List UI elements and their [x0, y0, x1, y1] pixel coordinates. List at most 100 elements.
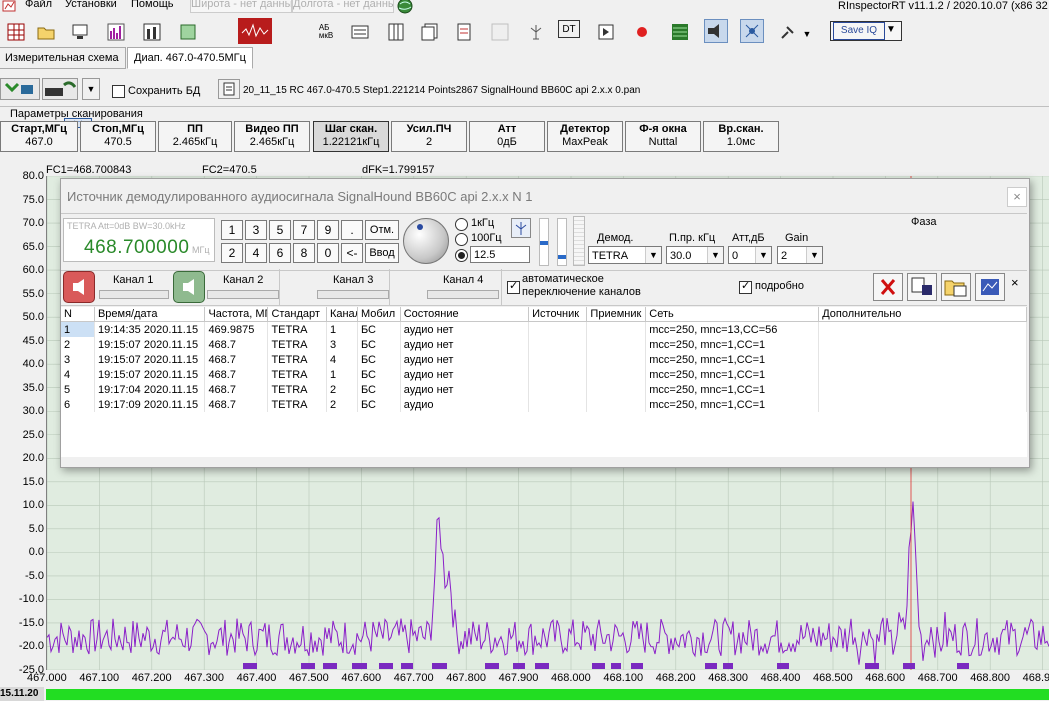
dialog-close-button[interactable]: ×	[1007, 187, 1027, 207]
column-header[interactable]: Сеть	[645, 307, 820, 322]
table-row[interactable]: 1 19:14:35 2020.11.15 469.9875 TETRA 1 БС ауди…	[61, 321, 1027, 337]
key-9[interactable]: 9	[317, 220, 339, 240]
channel-1-label[interactable]: Канал 1	[113, 274, 153, 286]
dt-button[interactable]: DT	[558, 20, 580, 38]
key-dot[interactable]: .	[341, 220, 363, 240]
table-row[interactable]: 4 19:15:07 2020.11.15 468.7 TETRA 1 БС аудио н…	[61, 367, 1027, 382]
signal-icon[interactable]	[740, 19, 764, 43]
chevron-down-icon[interactable]: ▼	[82, 78, 100, 100]
column-header[interactable]: Стандарт	[267, 307, 327, 322]
satellite-icon[interactable]	[776, 20, 800, 44]
column-header[interactable]: Время/дата	[94, 307, 206, 322]
scan-step-button[interactable]: Шаг скан. 1.22121кГц	[313, 121, 389, 152]
channel-3-label[interactable]: Канал 3	[333, 274, 373, 286]
column-header[interactable]: Приемник	[586, 307, 647, 322]
antenna-icon[interactable]	[524, 20, 548, 44]
column-header[interactable]: Мобил	[357, 307, 401, 322]
list-icon[interactable]	[348, 20, 372, 44]
scan-arrow-icon[interactable]	[0, 78, 40, 100]
tab-measurement-scheme[interactable]: Измерительная схема	[0, 47, 126, 69]
abc-icon[interactable]: АБ мкВ	[314, 20, 338, 44]
enter-key[interactable]: Ввод	[365, 243, 399, 263]
key-6[interactable]: 6	[269, 243, 291, 263]
record-icon[interactable]	[630, 20, 654, 44]
column-header[interactable]: Источник	[528, 307, 588, 322]
start-freq-button[interactable]: Старт,МГц 467.0	[0, 121, 78, 152]
gain-select[interactable]: 2 ▼	[777, 246, 823, 264]
chart-icon[interactable]	[140, 20, 164, 44]
scan-time-button[interactable]: Вр.скан. 1.0мс	[703, 121, 779, 152]
save-iq-button[interactable]: Save IQ	[833, 22, 885, 40]
network-icon[interactable]	[68, 20, 92, 44]
speaker-icon[interactable]	[704, 19, 728, 43]
demod-select[interactable]: TETRA ▼	[588, 246, 662, 264]
key-7[interactable]: 7	[293, 220, 315, 240]
menu-settings[interactable]: Установки	[65, 0, 117, 10]
step-custom-radio[interactable]	[455, 249, 468, 262]
close-icon[interactable]: ×	[1011, 275, 1019, 290]
window-function-button[interactable]: Ф-я окна Nuttal	[625, 121, 701, 152]
speaker-icon[interactable]	[173, 271, 205, 303]
table-row[interactable]: 6 19:17:09 2020.11.15 468.7 TETRA 2 БС аудио mc…	[61, 397, 1027, 412]
key-1[interactable]: 1	[221, 220, 243, 240]
auto-switch-checkbox[interactable]	[507, 279, 520, 294]
menu-file[interactable]: Файл	[25, 0, 52, 10]
table-row[interactable]: 2 19:15:07 2020.11.15 468.7 TETRA 3 БС аудио н…	[61, 337, 1027, 352]
file-icon[interactable]	[218, 79, 240, 99]
bandwidth-button[interactable]: ПП 2.465кГц	[158, 121, 232, 152]
waterfall-icon[interactable]	[668, 20, 692, 44]
channel-4-label[interactable]: Канал 4	[443, 274, 483, 286]
chevron-down-icon[interactable]: ▼	[800, 22, 814, 46]
grid-icon[interactable]	[4, 20, 28, 44]
antenna-button[interactable]	[511, 218, 531, 238]
play-icon[interactable]	[594, 20, 618, 44]
globe-icon[interactable]	[396, 0, 414, 17]
bars-icon[interactable]	[104, 20, 128, 44]
screen-icon[interactable]	[176, 20, 200, 44]
spectrum-icon[interactable]	[238, 18, 272, 44]
column-header[interactable]: Дополнительно	[818, 307, 1027, 322]
key-3[interactable]: 3	[245, 220, 267, 240]
key-4[interactable]: 4	[245, 243, 267, 263]
video-bandwidth-button[interactable]: Видео ПП 2.465кГц	[234, 121, 310, 152]
cancel-key[interactable]: Отм.	[365, 220, 399, 240]
step-value-field[interactable]: 12.5	[470, 246, 530, 263]
delete-icon[interactable]	[873, 273, 903, 301]
tuning-knob[interactable]	[403, 218, 449, 264]
speaker-icon[interactable]	[63, 271, 95, 303]
column-header[interactable]: Канал	[326, 307, 358, 322]
export-table-icon[interactable]	[907, 273, 937, 301]
detector-button[interactable]: Детектор MaxPeak	[547, 121, 623, 152]
columns-icon[interactable]	[384, 20, 408, 44]
backspace-key[interactable]: <-	[341, 243, 363, 263]
table-row[interactable]: 3 19:15:07 2020.11.15 468.7 TETRA 4 БС аудио н…	[61, 352, 1027, 367]
key-0[interactable]: 0	[317, 243, 339, 263]
bandwidth-select[interactable]: 30.0 ▼	[666, 246, 724, 264]
document-icon[interactable]	[452, 20, 476, 44]
level-slider[interactable]	[539, 218, 549, 266]
step-100hz-radio[interactable]	[455, 233, 468, 246]
save-db-checkbox[interactable]	[112, 85, 125, 98]
image-icon[interactable]	[488, 20, 512, 44]
pages-icon[interactable]	[418, 20, 442, 44]
chart-export-icon[interactable]	[975, 273, 1005, 301]
column-header[interactable]: Состояние	[400, 307, 530, 322]
tab-range[interactable]: Диап. 467.0-470.5МГц	[127, 47, 253, 69]
chevron-down-icon[interactable]: ▼	[886, 24, 896, 35]
detail-checkbox[interactable]	[739, 279, 752, 294]
channel-2-label[interactable]: Канал 2	[223, 274, 263, 286]
menu-help[interactable]: Помощь	[131, 0, 174, 10]
column-header[interactable]: Частота, МГц	[204, 307, 269, 322]
attenuator-button[interactable]: Атт 0дБ	[469, 121, 545, 152]
save-iq-combo[interactable]: Save IQ ▼	[830, 21, 902, 41]
folder-icon[interactable]	[941, 273, 971, 301]
key-2[interactable]: 2	[221, 243, 243, 263]
key-8[interactable]: 8	[293, 243, 315, 263]
volume-slider[interactable]	[557, 218, 567, 266]
if-gain-button[interactable]: Усил.ПЧ 2	[391, 121, 467, 152]
stop-freq-button[interactable]: Стоп,МГц 470.5	[80, 121, 156, 152]
key-5[interactable]: 5	[269, 220, 291, 240]
column-header[interactable]: N	[61, 307, 95, 322]
keyboard-phone-icon[interactable]	[42, 78, 78, 100]
table-row[interactable]: 5 19:17:04 2020.11.15 468.7 TETRA 2 БС аудио н…	[61, 382, 1027, 397]
